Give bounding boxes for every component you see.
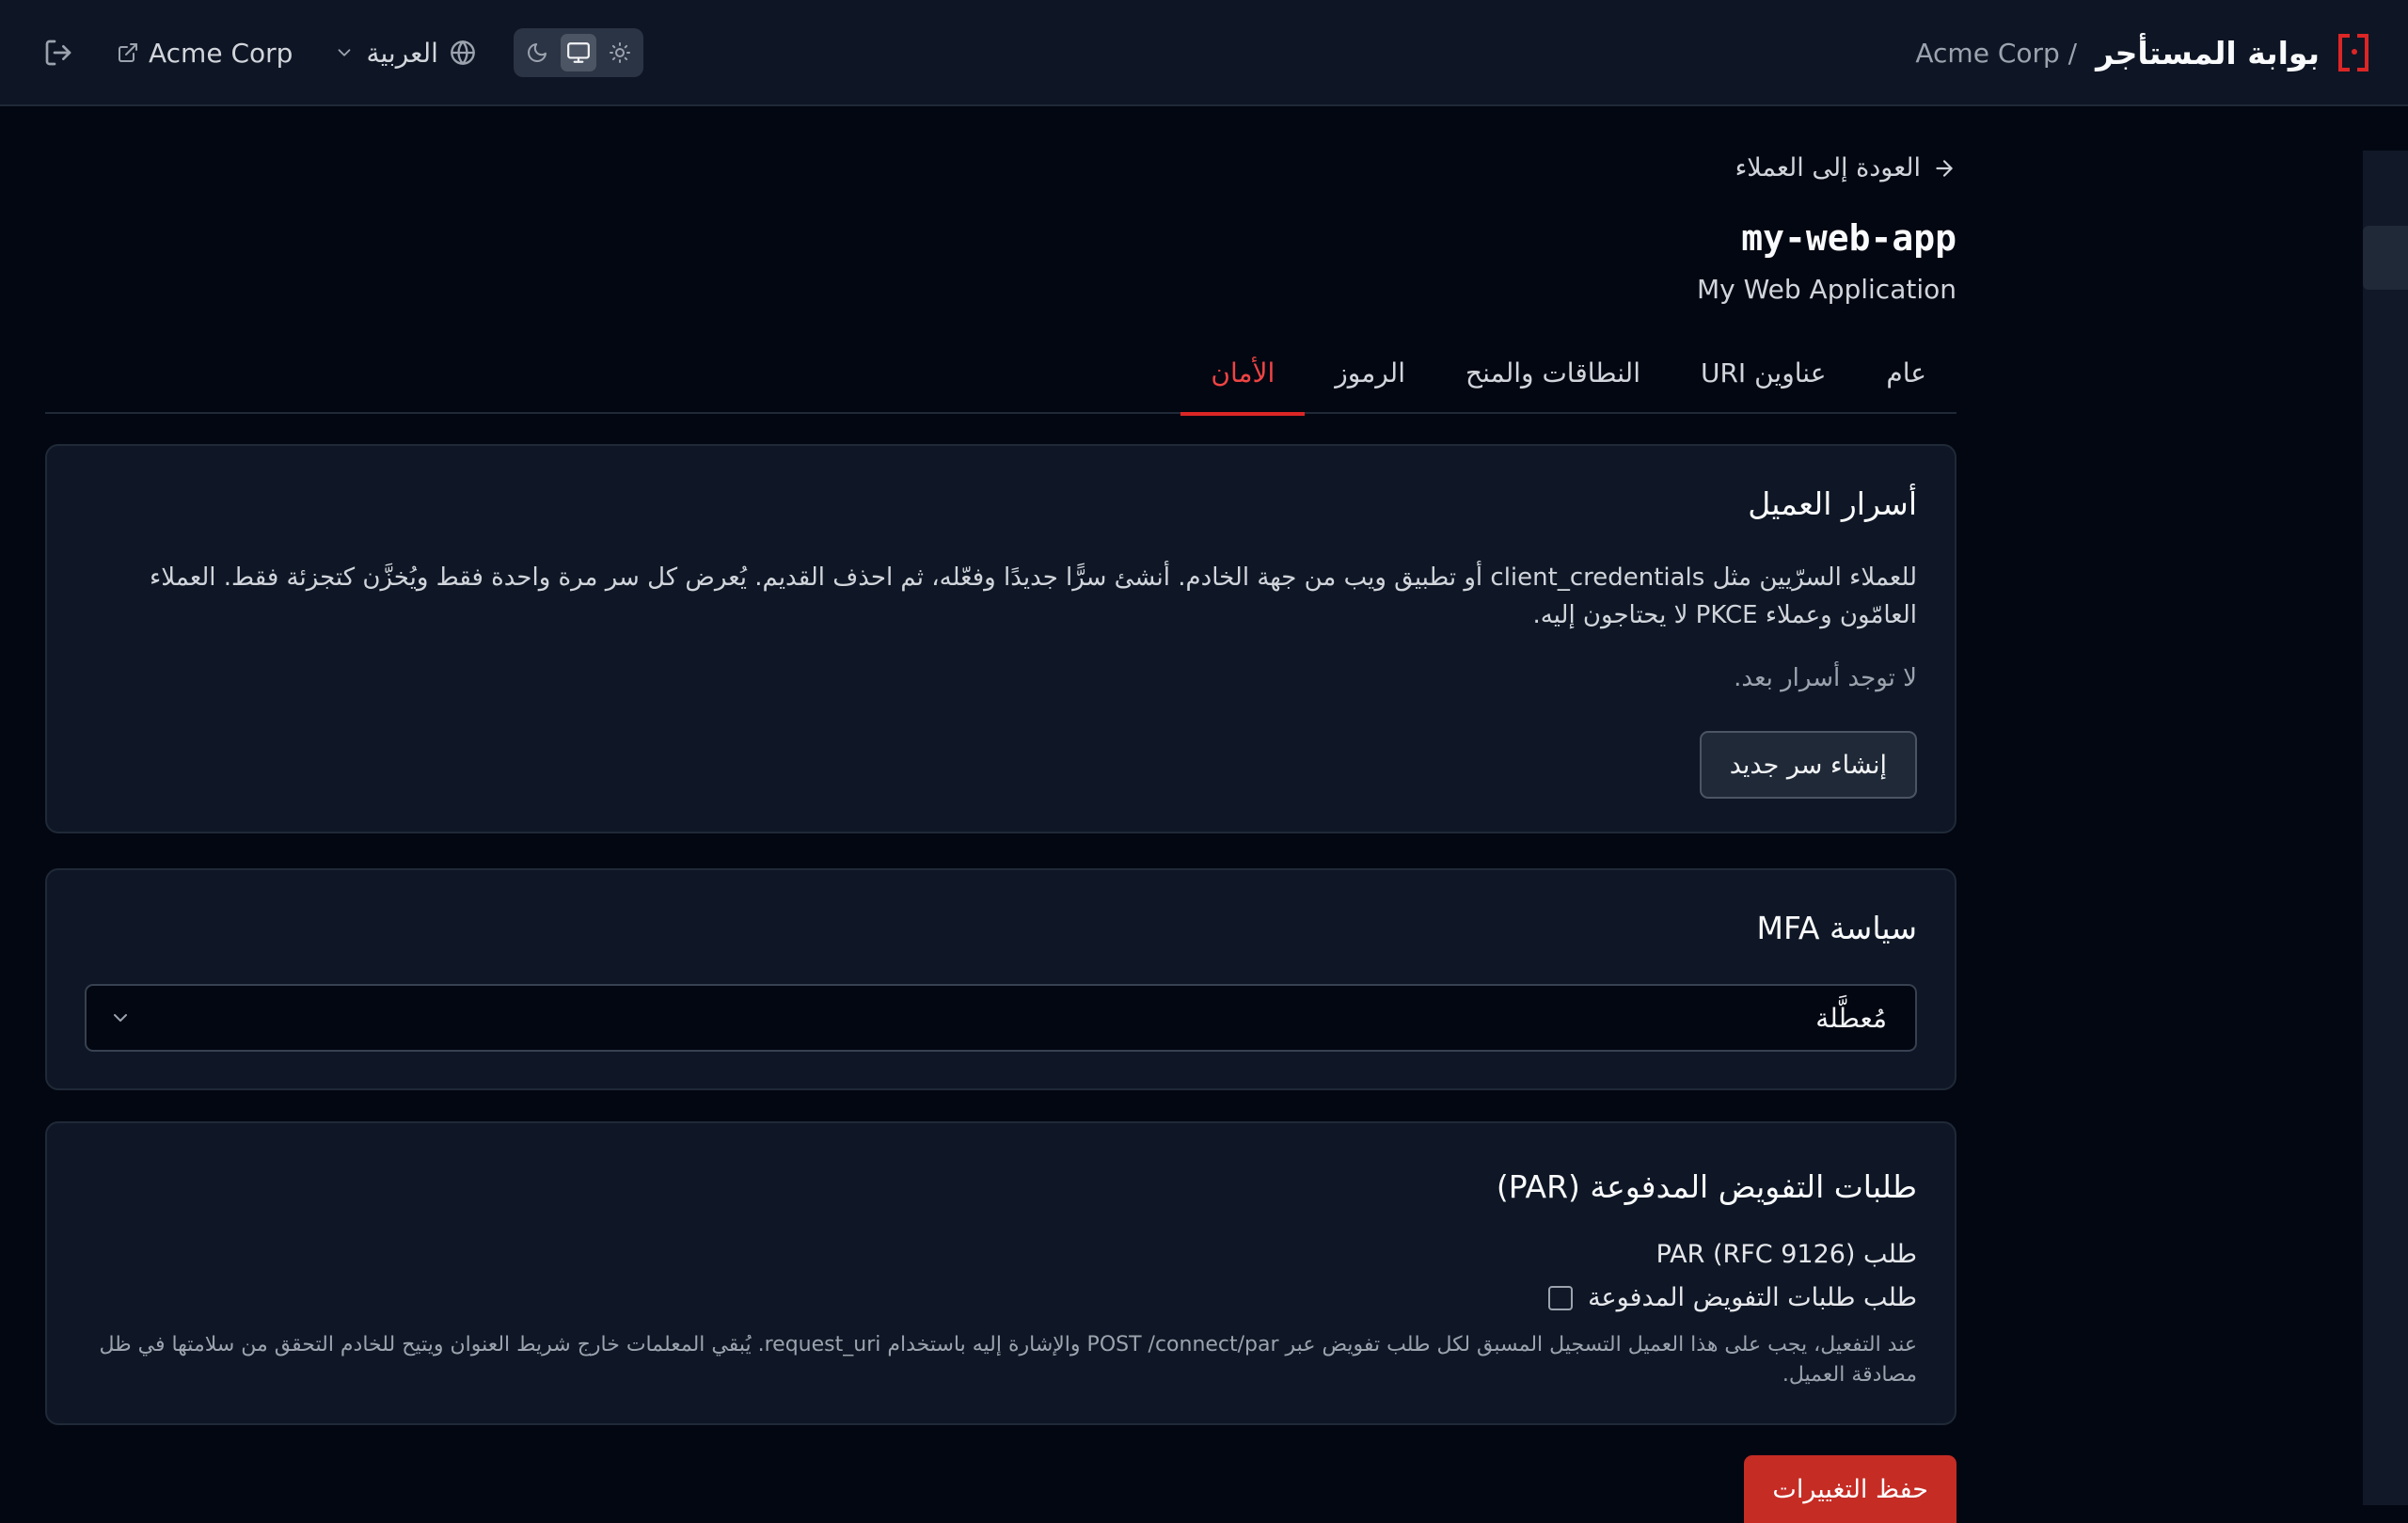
monitor-icon (567, 42, 590, 63)
mfa-policy-card: سياسة MFA مُعطَّلة (45, 868, 1956, 1090)
tab-list: عام عناوين URI النطاقات والمنح الرموز ال… (1180, 332, 1956, 416)
tab-tokens[interactable]: الرموز (1305, 332, 1435, 414)
par-card: طلبات التفويض المدفوعة (PAR) طلب PAR (RF… (45, 1121, 1956, 1425)
tab-security[interactable]: الأمان (1180, 332, 1306, 416)
tab-general[interactable]: عام (1856, 332, 1956, 414)
portal-title: بوابة المستأجر (2096, 34, 2320, 71)
brand: بوابة المستأجر Acme Corp / (1915, 28, 2368, 77)
client-secrets-description: للعملاء السرّيين مثل client_credentials … (150, 563, 1917, 629)
logout-icon (45, 40, 71, 66)
client-id-title: my-web-app (1741, 217, 1956, 259)
mfa-policy-value: مُعطَّلة (1815, 1002, 1887, 1034)
external-link-icon (119, 43, 137, 62)
theme-light-button[interactable] (602, 34, 638, 71)
par-require-checkbox[interactable] (1548, 1285, 1574, 1310)
par-title: طلبات التفويض المدفوعة (PAR) (1496, 1168, 1917, 1205)
back-to-clients-link[interactable]: العودة إلى العملاء (1735, 153, 1956, 182)
sun-icon (609, 42, 630, 63)
tenant-breadcrumb: Acme Corp / (1915, 37, 2078, 69)
tab-scopes-grants[interactable]: النطاقات والمنح (1435, 332, 1671, 414)
client-secrets-card: أسرار العميل للعملاء السرّيين مثل client… (45, 444, 1956, 833)
create-secret-button[interactable]: إنشاء سر جديد (1699, 731, 1917, 799)
mfa-policy-title: سياسة MFA (1756, 910, 1918, 946)
arrow-right-icon (1936, 159, 1953, 177)
tab-uris[interactable]: عناوين URI (1671, 332, 1856, 414)
par-require-row[interactable]: طلب طلبات التفويض المدفوعة (1548, 1283, 1917, 1312)
theme-system-button[interactable] (560, 34, 596, 71)
no-secrets-message: لا توجد أسرار بعد. (1734, 664, 1917, 692)
theme-toggle-group (513, 28, 643, 77)
tenant-link-label: Acme Corp (149, 37, 293, 69)
chevron-down-icon (339, 49, 351, 56)
save-changes-button[interactable]: حفظ التغييرات (1744, 1455, 1956, 1523)
top-bar: بوابة المستأجر Acme Corp / Acme Corp الع… (0, 0, 2408, 106)
theme-dark-button[interactable] (519, 34, 555, 71)
par-help-text: عند التفعيل، يجب على هذا العميل التسجيل … (99, 1333, 1917, 1387)
topbar-controls: Acme Corp العربية (38, 26, 643, 79)
back-link-label: العودة إلى العملاء (1735, 153, 1921, 182)
par-checkbox-label: طلب طلبات التفويض المدفوعة (1588, 1283, 1917, 1312)
client-display-name: My Web Application (1696, 274, 1956, 305)
page-scrollbar[interactable] (2363, 151, 2408, 1505)
globe-icon (451, 40, 475, 65)
language-switcher[interactable]: العربية (334, 38, 476, 69)
bracket-dot-logo-icon (2338, 34, 2368, 71)
mfa-policy-select[interactable]: مُعطَّلة (85, 984, 1917, 1052)
par-field-label: طلب PAR (RFC 9126) (1656, 1240, 1917, 1269)
main-content: العودة إلى العملاء my-web-app My Web App… (45, 106, 1956, 1523)
tenant-external-link[interactable]: Acme Corp (117, 38, 293, 69)
chevron-down-icon (114, 1014, 127, 1022)
language-label: العربية (366, 37, 438, 69)
scrollbar-thumb[interactable] (2363, 226, 2408, 290)
client-secrets-title: أسرار العميل (1748, 485, 1917, 522)
logout-button[interactable] (38, 32, 79, 73)
moon-icon (528, 43, 547, 62)
client-tabs: عام عناوين URI النطاقات والمنح الرموز ال… (45, 332, 1956, 416)
